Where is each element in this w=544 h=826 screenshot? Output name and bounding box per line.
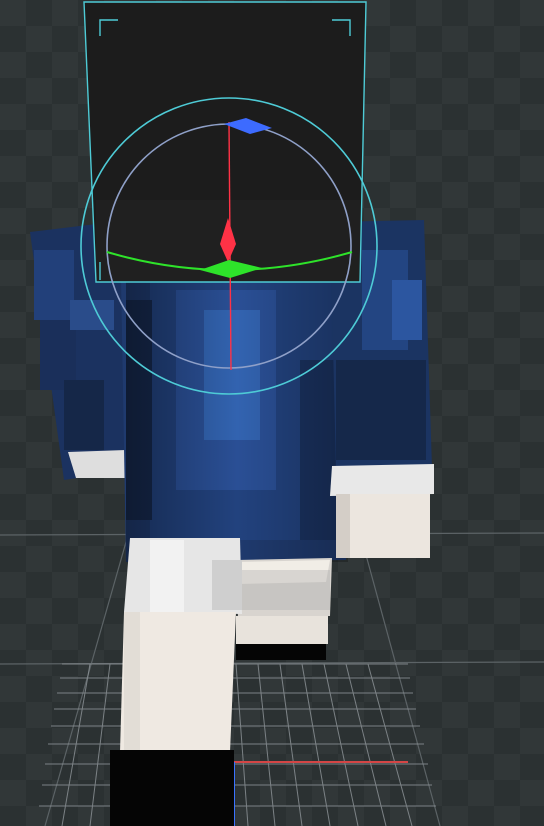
foreground-arm[interactable] bbox=[110, 538, 242, 826]
3d-viewport[interactable] bbox=[0, 0, 544, 826]
foreground-boot bbox=[110, 750, 234, 826]
boot bbox=[236, 644, 326, 660]
right-hand[interactable] bbox=[336, 494, 430, 558]
legs[interactable] bbox=[234, 558, 332, 660]
viewport-scene[interactable] bbox=[0, 0, 544, 826]
